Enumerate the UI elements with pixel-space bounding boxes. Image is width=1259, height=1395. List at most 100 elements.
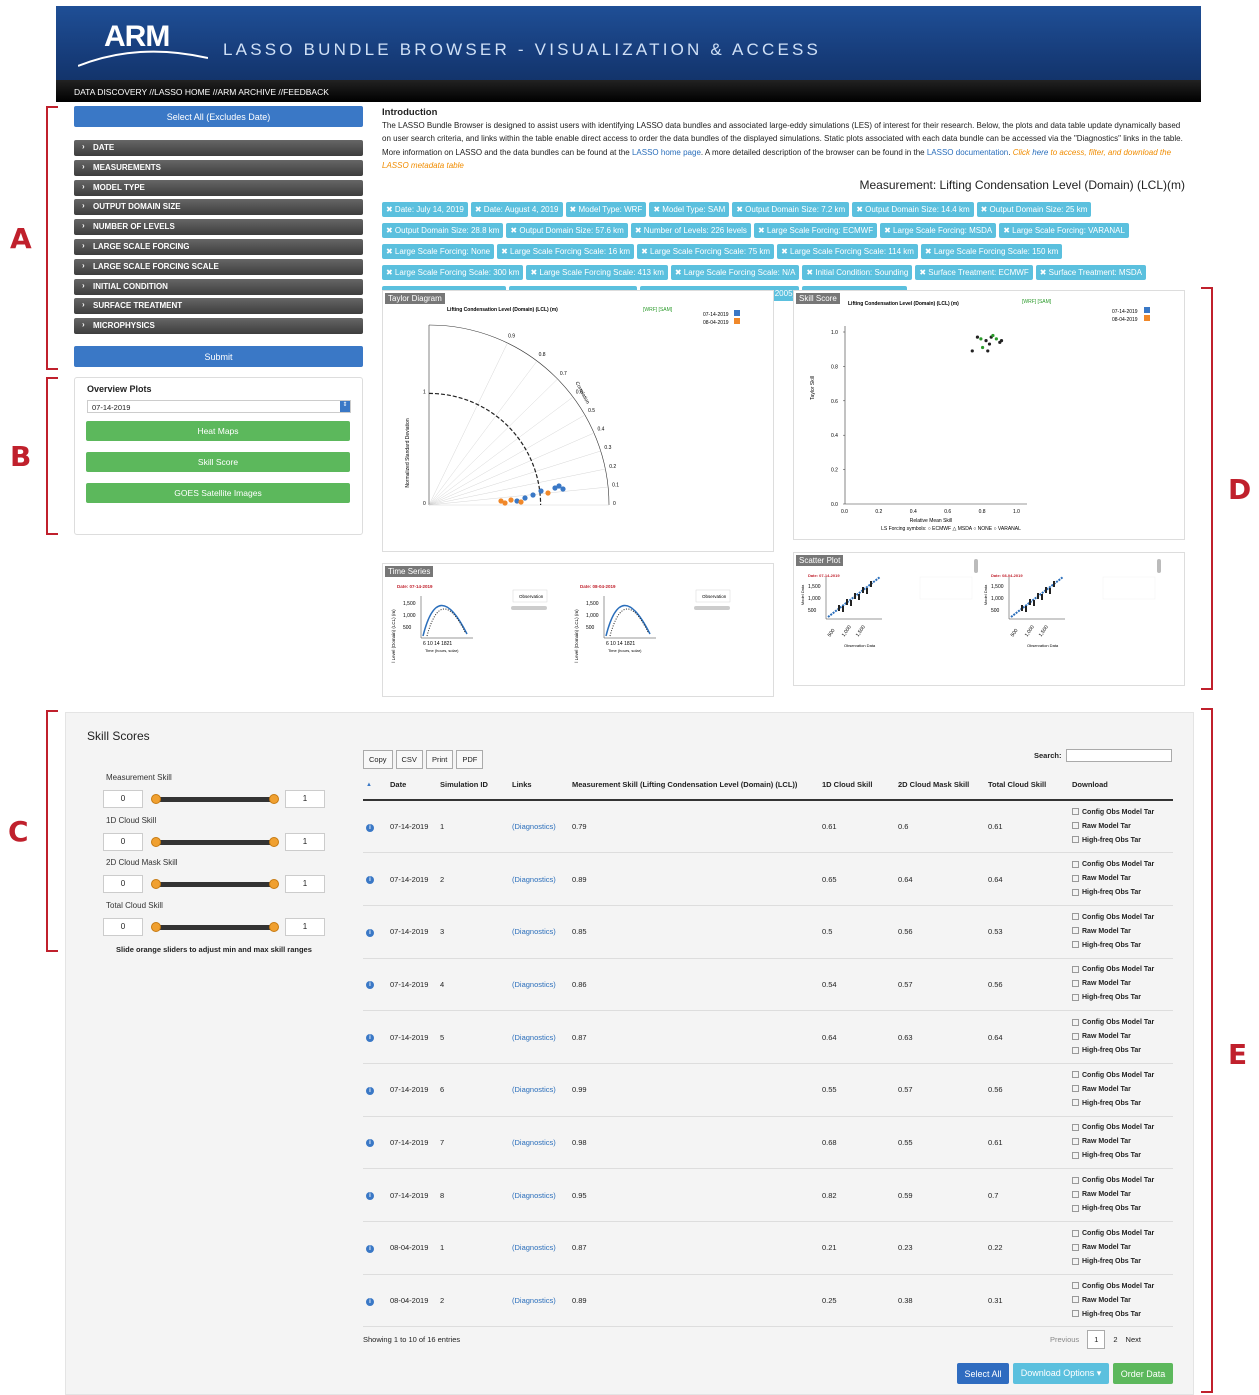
row-expand[interactable]: i bbox=[363, 1116, 387, 1170]
info-icon[interactable]: i bbox=[366, 1139, 374, 1148]
col-download[interactable]: Download bbox=[1069, 770, 1173, 801]
col-links[interactable]: Links bbox=[509, 770, 569, 801]
slider-track[interactable] bbox=[153, 839, 278, 845]
filter-tag[interactable]: ✖ Surface Treatment: MSDA bbox=[1035, 265, 1147, 280]
slider-min-input[interactable]: 0 bbox=[103, 917, 143, 936]
col-2d-cloud-mask-skill[interactable]: 2D Cloud Mask Skill bbox=[895, 770, 985, 801]
download-raw-model-tar[interactable]: Raw Model Tar bbox=[1072, 1083, 1170, 1097]
diagnostics-link[interactable]: (Diagnostics) bbox=[509, 1116, 569, 1170]
checkbox[interactable] bbox=[1072, 1085, 1079, 1093]
row-expand[interactable]: i bbox=[363, 1168, 387, 1222]
slider-max-input[interactable]: 1 bbox=[285, 790, 325, 808]
slider-min-handle[interactable] bbox=[151, 836, 161, 847]
heat-maps-button[interactable]: Heat Maps bbox=[86, 421, 350, 441]
col-simulation-id[interactable]: Simulation ID bbox=[437, 770, 509, 801]
diagnostics-link[interactable]: (Diagnostics) bbox=[509, 1168, 569, 1222]
download-high-freq-obs-tar[interactable]: High-freq Obs Tar bbox=[1072, 886, 1170, 900]
download-config-obs-model-tar[interactable]: Config Obs Model Tar bbox=[1072, 1121, 1170, 1135]
filter-large-scale-forcing-scale[interactable]: LARGE SCALE FORCING SCALE bbox=[74, 258, 363, 275]
row-expand[interactable]: i bbox=[363, 958, 387, 1012]
filter-tag[interactable]: ✖ Large Scale Forcing Scale: 114 km bbox=[777, 244, 918, 259]
row-expand[interactable]: i bbox=[363, 1274, 387, 1328]
diagnostics-link[interactable]: (Diagnostics) bbox=[509, 1274, 569, 1328]
info-icon[interactable]: i bbox=[366, 876, 374, 885]
filter-tag[interactable]: ✖ Date: July 14, 2019 bbox=[382, 202, 468, 217]
filter-tag[interactable]: ✖ Output Domain Size: 28.8 km bbox=[382, 223, 504, 238]
download-raw-model-tar[interactable]: Raw Model Tar bbox=[1072, 1188, 1170, 1202]
filter-tag[interactable]: ✖ Large Scale Forcing Scale: 300 km bbox=[382, 265, 524, 280]
checkbox[interactable] bbox=[1072, 860, 1079, 868]
download-config-obs-model-tar[interactable]: Config Obs Model Tar bbox=[1072, 911, 1170, 925]
checkbox[interactable] bbox=[1072, 874, 1079, 882]
goes-satellite-images-button[interactable]: GOES Satellite Images bbox=[86, 483, 350, 503]
slider-max-input[interactable]: 1 bbox=[285, 917, 325, 936]
download-raw-model-tar[interactable]: Raw Model Tar bbox=[1072, 1030, 1170, 1044]
checkbox[interactable] bbox=[1072, 966, 1079, 974]
checkbox[interactable] bbox=[1072, 1071, 1079, 1079]
checkbox[interactable] bbox=[1072, 1138, 1079, 1146]
diagnostics-link[interactable]: (Diagnostics) bbox=[509, 1063, 569, 1117]
download-config-obs-model-tar[interactable]: Config Obs Model Tar bbox=[1072, 1069, 1170, 1083]
pagination-next[interactable]: Next bbox=[1126, 1335, 1141, 1344]
row-expand[interactable]: i bbox=[363, 1221, 387, 1275]
diagnostics-link[interactable]: (Diagnostics) bbox=[509, 1010, 569, 1064]
filter-microphysics[interactable]: MICROPHYSICS bbox=[74, 318, 363, 335]
checkbox[interactable] bbox=[1072, 1124, 1079, 1132]
filter-tag[interactable]: ✖ Large Scale Forcing: None bbox=[382, 244, 495, 259]
checkbox[interactable] bbox=[1072, 1046, 1079, 1054]
row-expand[interactable]: i bbox=[363, 905, 387, 959]
info-icon[interactable]: i bbox=[366, 1244, 374, 1253]
diagnostics-link[interactable]: (Diagnostics) bbox=[509, 1221, 569, 1275]
filter-output-domain-size[interactable]: OUTPUT DOMAIN SIZE bbox=[74, 199, 363, 216]
filter-tag[interactable]: ✖ Large Scale Forcing Scale: N/A bbox=[670, 265, 800, 280]
select-all-rows-button[interactable]: Select All bbox=[957, 1363, 1009, 1384]
download-config-obs-model-tar[interactable]: Config Obs Model Tar bbox=[1072, 1227, 1170, 1241]
filter-tag[interactable]: ✖ Large Scale Forcing: ECMWF bbox=[753, 223, 878, 238]
download-high-freq-obs-tar[interactable]: High-freq Obs Tar bbox=[1072, 834, 1170, 848]
checkbox[interactable] bbox=[1072, 1152, 1079, 1160]
slider-min-handle[interactable] bbox=[151, 921, 161, 932]
info-icon[interactable]: i bbox=[366, 1086, 374, 1095]
filter-tag[interactable]: ✖ Model Type: WRF bbox=[565, 202, 647, 217]
checkbox[interactable] bbox=[1072, 1229, 1079, 1237]
diagnostics-link[interactable]: (Diagnostics) bbox=[509, 852, 569, 906]
filter-tag[interactable]: ✖ Large Scale Forcing: VARANAL bbox=[999, 223, 1129, 238]
filter-surface-treatment[interactable]: SURFACE TREATMENT bbox=[74, 298, 363, 315]
row-expand[interactable]: i bbox=[363, 852, 387, 906]
info-icon[interactable]: i bbox=[366, 928, 374, 937]
filter-tag[interactable]: ✖ Surface Treatment: ECMWF bbox=[915, 265, 1033, 280]
info-icon[interactable]: i bbox=[366, 1192, 374, 1201]
select-all-filters-button[interactable]: Select All (Excludes Date) bbox=[74, 106, 363, 127]
pagination-page-1[interactable]: 1 bbox=[1087, 1330, 1106, 1349]
lasso-home-link[interactable]: LASSO home page bbox=[632, 148, 701, 157]
row-expand[interactable]: i bbox=[363, 1063, 387, 1117]
download-options-button[interactable]: Download Options ▾ bbox=[1013, 1363, 1109, 1384]
filter-tag[interactable]: ✖ Output Domain Size: 7.2 km bbox=[732, 202, 850, 217]
checkbox[interactable] bbox=[1072, 941, 1079, 949]
filter-measurements[interactable]: MEASUREMENTS bbox=[74, 159, 363, 176]
print-button[interactable]: Print bbox=[425, 750, 454, 769]
search-input[interactable] bbox=[1066, 749, 1172, 762]
csv-button[interactable]: CSV bbox=[395, 750, 423, 769]
checkbox[interactable] bbox=[1072, 927, 1079, 935]
filter-tag[interactable]: ✖ Output Domain Size: 57.6 km bbox=[506, 223, 628, 238]
filter-tag[interactable]: ✖ Output Domain Size: 14.4 km bbox=[852, 202, 974, 217]
checkbox[interactable] bbox=[1072, 1296, 1079, 1304]
checkbox[interactable] bbox=[1072, 808, 1079, 816]
filter-large-scale-forcing[interactable]: LARGE SCALE FORCING bbox=[74, 239, 363, 255]
filter-tag[interactable]: ✖ Large Scale Forcing Scale: 150 km bbox=[920, 244, 1063, 259]
download-high-freq-obs-tar[interactable]: High-freq Obs Tar bbox=[1072, 1097, 1170, 1111]
lasso-docs-link[interactable]: LASSO documentation bbox=[927, 148, 1008, 157]
expand-column-header[interactable]: ▲ bbox=[363, 770, 387, 801]
download-raw-model-tar[interactable]: Raw Model Tar bbox=[1072, 872, 1170, 886]
download-raw-model-tar[interactable]: Raw Model Tar bbox=[1072, 1135, 1170, 1149]
checkbox[interactable] bbox=[1072, 836, 1079, 844]
slider-min-input[interactable]: 0 bbox=[103, 875, 143, 893]
info-icon[interactable]: i bbox=[366, 981, 374, 990]
filter-number-of-levels[interactable]: NUMBER OF LEVELS bbox=[74, 219, 363, 236]
pagination-previous[interactable]: Previous bbox=[1050, 1335, 1079, 1344]
slider-max-input[interactable]: 1 bbox=[285, 875, 325, 893]
download-raw-model-tar[interactable]: Raw Model Tar bbox=[1072, 977, 1170, 991]
diagnostics-link[interactable]: (Diagnostics) bbox=[509, 958, 569, 1012]
checkbox[interactable] bbox=[1072, 913, 1079, 921]
